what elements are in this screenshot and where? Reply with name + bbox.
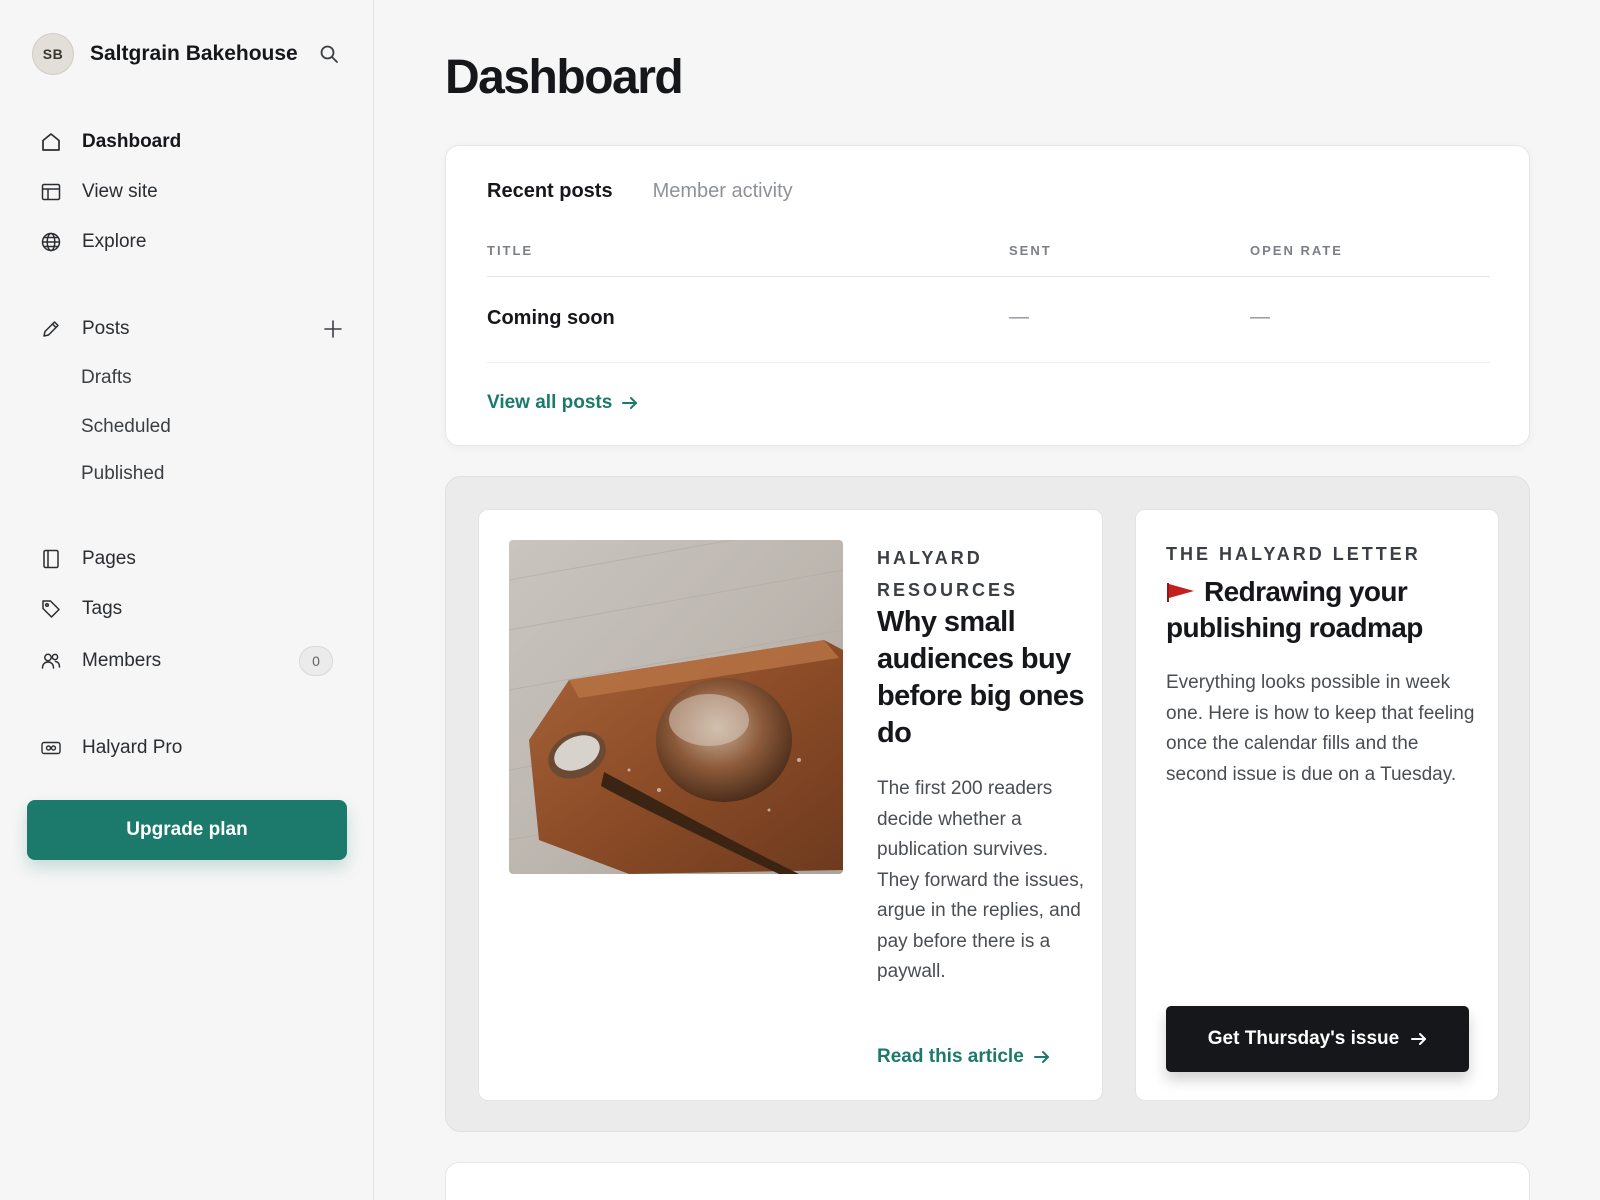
article-kicker: HALYARD RESOURCES	[877, 548, 1019, 600]
sidebar-item-view-site[interactable]: View site	[40, 174, 346, 210]
newsletter-description: Everything looks possible in week one. H…	[1166, 672, 1475, 785]
arrow-right-icon	[1033, 1050, 1050, 1064]
sidebar: SB Saltgrain Bakehouse Dashboard View si…	[0, 0, 374, 1200]
sidebar-item-label: Halyard Pro	[82, 737, 183, 758]
site-name[interactable]: Saltgrain Bakehouse	[90, 42, 316, 66]
newsletter-title-text: Redrawing your publishing roadmap	[1166, 576, 1423, 643]
view-all-posts-link[interactable]: View all posts	[487, 392, 638, 414]
sidebar-item-members[interactable]: Members	[40, 643, 290, 679]
get-issue-label: Get Thursday's issue	[1207, 1028, 1400, 1049]
article-excerpt: The first 200 readers decide whether a p…	[877, 778, 1084, 982]
table-divider	[487, 362, 1490, 363]
get-issue-button[interactable]: Get Thursday's issue	[1166, 1006, 1469, 1072]
page-icon	[40, 548, 62, 570]
sidebar-item-label: Dashboard	[82, 131, 182, 152]
read-article-link[interactable]: Read this article	[877, 1046, 1050, 1068]
pro-icon	[40, 737, 62, 759]
site-avatar[interactable]: SB	[32, 33, 74, 75]
members-count-badge: 0	[299, 646, 333, 676]
article-title[interactable]: Why small audiences buy before big ones …	[877, 604, 1087, 752]
posts-tabs: Recent posts Member activity	[487, 180, 833, 203]
resource-article-card[interactable]: HALYARD RESOURCES Why small audiences bu…	[478, 509, 1103, 1101]
column-header-open-rate: OPEN RATE	[1250, 243, 1343, 258]
table-divider	[487, 276, 1490, 277]
home-icon	[40, 131, 62, 153]
newsletter-card: THE HALYARD LETTER Redrawing your publis…	[1135, 509, 1499, 1101]
sidebar-item-dashboard[interactable]: Dashboard	[40, 124, 346, 160]
upgrade-plan-button[interactable]: Upgrade plan	[27, 800, 347, 860]
new-post-button[interactable]	[320, 316, 346, 342]
newsletter-title: Redrawing your publishing roadmap	[1166, 574, 1476, 646]
tag-icon	[40, 598, 62, 620]
tab-recent-posts[interactable]: Recent posts	[487, 180, 613, 203]
post-open-rate-cell: —	[1250, 306, 1270, 328]
sidebar-item-pages[interactable]: Pages	[40, 541, 346, 577]
arrow-right-icon	[1411, 1032, 1427, 1046]
newsletter-kicker: THE HALYARD LETTER	[1166, 544, 1421, 564]
column-header-sent: SENT	[1009, 243, 1052, 258]
recent-posts-card: Recent posts Member activity TITLE SENT …	[445, 145, 1530, 446]
sidebar-item-tags[interactable]: Tags	[40, 591, 346, 627]
read-article-label: Read this article	[877, 1046, 1024, 1067]
view-all-posts-label: View all posts	[487, 392, 613, 413]
column-header-title: TITLE	[487, 243, 534, 258]
featured-content-area: HALYARD RESOURCES Why small audiences bu…	[445, 476, 1530, 1132]
layout-icon	[40, 181, 62, 203]
sidebar-subitem-scheduled[interactable]: Scheduled	[81, 412, 171, 442]
arrow-right-icon	[622, 396, 638, 410]
site-brand: SB Saltgrain Bakehouse	[32, 32, 342, 76]
sidebar-item-label: Posts	[82, 318, 130, 339]
sidebar-item-label: View site	[82, 181, 158, 202]
tab-member-activity[interactable]: Member activity	[653, 180, 793, 203]
article-photo	[509, 540, 843, 874]
plus-icon	[324, 320, 342, 338]
search-button[interactable]	[316, 41, 342, 67]
globe-icon	[40, 231, 62, 253]
sidebar-subitem-published[interactable]: Published	[81, 459, 164, 489]
sidebar-item-explore[interactable]: Explore	[40, 224, 346, 260]
post-sent-cell: —	[1009, 306, 1029, 328]
flag-icon	[1166, 576, 1196, 602]
sidebar-item-label: Tags	[82, 598, 123, 619]
sidebar-item-label: Explore	[82, 231, 147, 252]
post-title-cell[interactable]: Coming soon	[487, 307, 615, 330]
sidebar-item-label: Members	[82, 650, 162, 671]
sidebar-item-halyard-pro[interactable]: Halyard Pro	[40, 730, 346, 766]
pencil-icon	[40, 318, 62, 340]
page-title: Dashboard	[445, 51, 684, 104]
sidebar-subitem-drafts[interactable]: Drafts	[81, 363, 132, 393]
sidebar-item-label: Pages	[82, 548, 136, 569]
next-dashboard-card	[445, 1162, 1530, 1200]
members-icon	[40, 650, 62, 672]
search-icon	[320, 45, 338, 63]
sidebar-item-posts[interactable]: Posts	[40, 311, 310, 347]
